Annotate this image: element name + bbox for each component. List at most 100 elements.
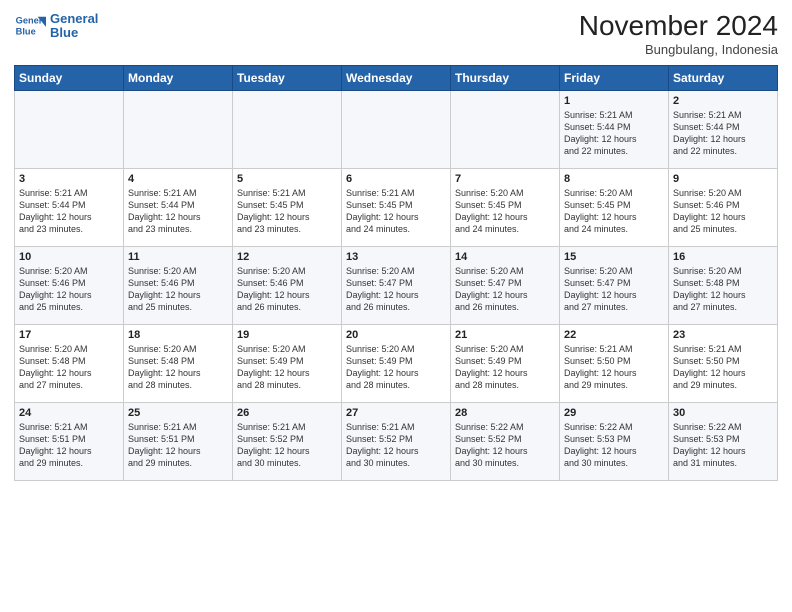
day-number: 24 [19,407,119,419]
calendar-cell: 20 Sunrise: 5:20 AM Sunset: 5:49 PM Dayli… [342,325,451,403]
day-number: 25 [128,407,228,419]
day-info: Sunrise: 5:20 AM Sunset: 5:46 PM Dayligh… [19,265,119,314]
day-info: Sunrise: 5:20 AM Sunset: 5:48 PM Dayligh… [673,265,773,314]
logo-text-general: General [50,12,98,26]
day-number: 5 [237,173,337,185]
calendar-cell: 12Sunrise: 5:20 AM Sunset: 5:46 PM Dayli… [233,247,342,325]
calendar-cell: 18Sunrise: 5:20 AM Sunset: 5:48 PM Dayli… [124,325,233,403]
day-info: Sunrise: 5:21 AM Sunset: 5:45 PM Dayligh… [346,187,446,236]
calendar-cell: 27 Sunrise: 5:21 AM Sunset: 5:52 PM Dayli… [342,403,451,481]
day-number: 21 [455,329,555,341]
logo: General Blue General Blue [14,10,98,42]
day-info: Sunrise: 5:20 AM Sunset: 5:48 PM Dayligh… [19,343,119,392]
day-info: Sunrise: 5:20 AM Sunset: 5:49 PM Dayligh… [455,343,555,392]
weekday-header-wednesday: Wednesday [342,66,451,91]
day-info: Sunrise: 5:20 AM Sunset: 5:49 PM Dayligh… [346,343,446,392]
calendar-week-row: 3 Sunrise: 5:21 AM Sunset: 5:44 PM Daylig… [15,169,778,247]
day-number: 1 [564,95,664,107]
day-number: 27 [346,407,446,419]
day-info: Sunrise: 5:21 AM Sunset: 5:44 PM Dayligh… [128,187,228,236]
calendar-table: SundayMondayTuesdayWednesdayThursdayFrid… [14,65,778,481]
calendar-week-row: 1 Sunrise: 5:21 AM Sunset: 5:44 PM Daylig… [15,91,778,169]
calendar-cell [451,91,560,169]
calendar-cell: 5 Sunrise: 5:21 AM Sunset: 5:45 PM Daylig… [233,169,342,247]
calendar-cell: 9 Sunrise: 5:20 AM Sunset: 5:46 PM Daylig… [669,169,778,247]
day-info: Sunrise: 5:21 AM Sunset: 5:51 PM Dayligh… [128,421,228,470]
day-number: 8 [564,173,664,185]
day-number: 13 [346,251,446,263]
day-number: 22 [564,329,664,341]
day-info: Sunrise: 5:20 AM Sunset: 5:49 PM Dayligh… [237,343,337,392]
calendar-cell: 1 Sunrise: 5:21 AM Sunset: 5:44 PM Daylig… [560,91,669,169]
calendar-cell: 28Sunrise: 5:22 AM Sunset: 5:52 PM Dayli… [451,403,560,481]
calendar-week-row: 24 Sunrise: 5:21 AM Sunset: 5:51 PM Dayli… [15,403,778,481]
day-info: Sunrise: 5:21 AM Sunset: 5:52 PM Dayligh… [237,421,337,470]
day-number: 16 [673,251,773,263]
calendar-week-row: 17 Sunrise: 5:20 AM Sunset: 5:48 PM Dayli… [15,325,778,403]
calendar-cell: 22 Sunrise: 5:21 AM Sunset: 5:50 PM Dayli… [560,325,669,403]
day-number: 28 [455,407,555,419]
weekday-header-monday: Monday [124,66,233,91]
calendar-cell: 23 Sunrise: 5:21 AM Sunset: 5:50 PM Dayli… [669,325,778,403]
day-number: 17 [19,329,119,341]
month-title: November 2024 [579,10,778,42]
day-info: Sunrise: 5:21 AM Sunset: 5:44 PM Dayligh… [673,109,773,158]
day-info: Sunrise: 5:21 AM Sunset: 5:44 PM Dayligh… [19,187,119,236]
calendar-cell: 4 Sunrise: 5:21 AM Sunset: 5:44 PM Daylig… [124,169,233,247]
day-info: Sunrise: 5:22 AM Sunset: 5:53 PM Dayligh… [673,421,773,470]
day-info: Sunrise: 5:20 AM Sunset: 5:47 PM Dayligh… [346,265,446,314]
calendar-cell: 29 Sunrise: 5:22 AM Sunset: 5:53 PM Dayli… [560,403,669,481]
page: General Blue General Blue November 2024 … [0,0,792,612]
calendar-cell: 10Sunrise: 5:20 AM Sunset: 5:46 PM Dayli… [15,247,124,325]
weekday-header-friday: Friday [560,66,669,91]
day-info: Sunrise: 5:21 AM Sunset: 5:45 PM Dayligh… [237,187,337,236]
calendar-cell: 21 Sunrise: 5:20 AM Sunset: 5:49 PM Dayli… [451,325,560,403]
day-info: Sunrise: 5:22 AM Sunset: 5:53 PM Dayligh… [564,421,664,470]
calendar-cell: 8 Sunrise: 5:20 AM Sunset: 5:45 PM Daylig… [560,169,669,247]
day-info: Sunrise: 5:21 AM Sunset: 5:52 PM Dayligh… [346,421,446,470]
day-info: Sunrise: 5:20 AM Sunset: 5:46 PM Dayligh… [128,265,228,314]
day-info: Sunrise: 5:20 AM Sunset: 5:45 PM Dayligh… [564,187,664,236]
day-number: 12 [237,251,337,263]
day-number: 4 [128,173,228,185]
calendar-week-row: 10Sunrise: 5:20 AM Sunset: 5:46 PM Dayli… [15,247,778,325]
calendar-cell: 16 Sunrise: 5:20 AM Sunset: 5:48 PM Dayli… [669,247,778,325]
calendar-cell: 11 Sunrise: 5:20 AM Sunset: 5:46 PM Dayli… [124,247,233,325]
calendar-cell: 26 Sunrise: 5:21 AM Sunset: 5:52 PM Dayli… [233,403,342,481]
day-number: 18 [128,329,228,341]
logo-text-blue: Blue [50,26,98,40]
day-info: Sunrise: 5:21 AM Sunset: 5:50 PM Dayligh… [673,343,773,392]
weekday-header-saturday: Saturday [669,66,778,91]
logo-icon: General Blue [14,10,46,42]
day-info: Sunrise: 5:21 AM Sunset: 5:50 PM Dayligh… [564,343,664,392]
weekday-header-tuesday: Tuesday [233,66,342,91]
calendar-cell: 7Sunrise: 5:20 AM Sunset: 5:45 PM Daylig… [451,169,560,247]
svg-text:Blue: Blue [16,26,36,36]
day-number: 19 [237,329,337,341]
day-number: 26 [237,407,337,419]
weekday-header-sunday: Sunday [15,66,124,91]
calendar-cell: 30 Sunrise: 5:22 AM Sunset: 5:53 PM Dayli… [669,403,778,481]
day-number: 9 [673,173,773,185]
day-number: 11 [128,251,228,263]
calendar-cell [15,91,124,169]
day-info: Sunrise: 5:20 AM Sunset: 5:46 PM Dayligh… [673,187,773,236]
day-number: 23 [673,329,773,341]
day-number: 29 [564,407,664,419]
day-number: 20 [346,329,446,341]
calendar-cell: 6Sunrise: 5:21 AM Sunset: 5:45 PM Daylig… [342,169,451,247]
day-number: 15 [564,251,664,263]
calendar-cell [124,91,233,169]
calendar-cell: 24 Sunrise: 5:21 AM Sunset: 5:51 PM Dayli… [15,403,124,481]
day-info: Sunrise: 5:21 AM Sunset: 5:51 PM Dayligh… [19,421,119,470]
calendar-cell [342,91,451,169]
day-number: 14 [455,251,555,263]
calendar-cell: 17 Sunrise: 5:20 AM Sunset: 5:48 PM Dayli… [15,325,124,403]
day-number: 3 [19,173,119,185]
calendar-cell: 15Sunrise: 5:20 AM Sunset: 5:47 PM Dayli… [560,247,669,325]
title-block: November 2024 Bungbulang, Indonesia [579,10,778,57]
day-number: 30 [673,407,773,419]
calendar-cell [233,91,342,169]
calendar-header-row: SundayMondayTuesdayWednesdayThursdayFrid… [15,66,778,91]
day-info: Sunrise: 5:21 AM Sunset: 5:44 PM Dayligh… [564,109,664,158]
